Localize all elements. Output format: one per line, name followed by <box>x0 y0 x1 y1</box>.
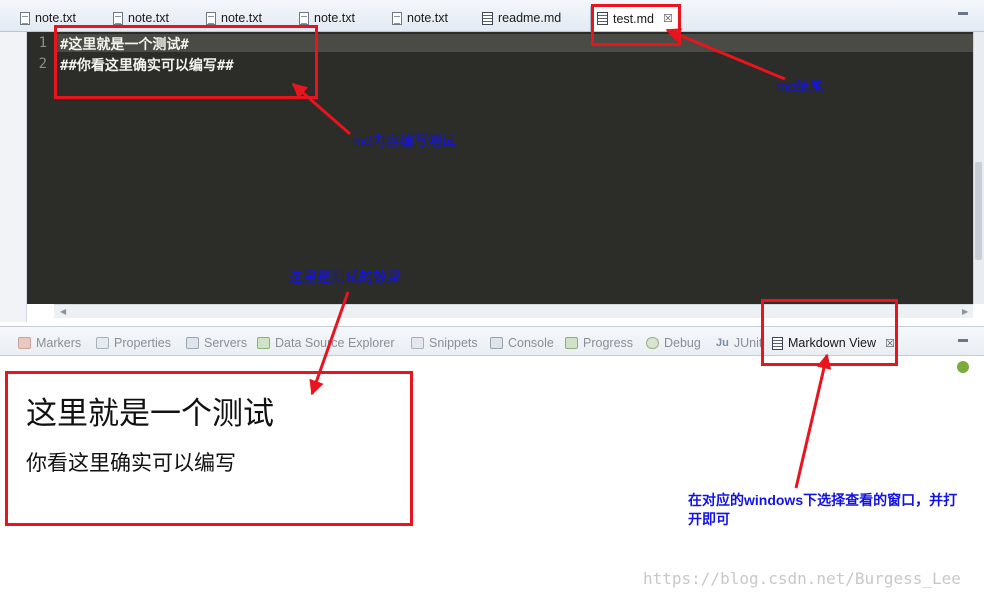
view-tab-label: Debug <box>664 336 701 350</box>
view-tab-markers[interactable]: Markers <box>18 334 81 352</box>
view-tab-label: Progress <box>583 336 634 350</box>
annotation-box-preview <box>5 371 413 526</box>
scroll-right-icon[interactable]: ▶ <box>962 307 968 316</box>
view-tab-label: Properties <box>114 336 171 350</box>
left-trim <box>0 32 27 322</box>
text-file-icon <box>206 11 216 25</box>
servers-icon <box>186 337 199 349</box>
annotation-box-code <box>54 25 318 99</box>
view-tab-label: JUnit <box>733 336 763 350</box>
view-tab-progress[interactable]: Progress <box>565 334 633 352</box>
editor-tab-label: note.txt <box>221 11 262 25</box>
view-tab-junit[interactable]: Ju JUnit <box>716 334 762 352</box>
text-file-icon <box>113 11 123 25</box>
view-tab-console[interactable]: Console <box>490 334 554 352</box>
view-tab-servers[interactable]: Servers <box>186 334 247 352</box>
view-tab-label: Servers <box>204 336 248 350</box>
annotation-box-view-tab <box>761 299 898 366</box>
view-tab-label: Markers <box>36 336 82 350</box>
debug-icon <box>646 337 659 349</box>
editor-tab-label: note.txt <box>35 11 76 25</box>
view-tab-debug[interactable]: Debug <box>646 334 701 352</box>
junit-icon: Ju <box>716 337 729 349</box>
view-tab-properties[interactable]: Properties <box>96 334 171 352</box>
annotation-box-tab <box>591 4 681 46</box>
text-file-icon <box>392 11 402 25</box>
annotation-effect: 这里是测试的效果 <box>289 269 401 285</box>
view-tab-label: Console <box>508 336 554 350</box>
line-number-gutter <box>27 32 54 304</box>
refresh-icon[interactable] <box>957 361 969 373</box>
view-tab-data-source-explorer[interactable]: Data Source Explorer <box>257 334 395 352</box>
text-file-icon <box>299 11 309 25</box>
editor-tab-readme[interactable]: readme.md <box>476 5 567 31</box>
editor-tab-label: readme.md <box>498 11 562 25</box>
view-tab-label: Data Source Explorer <box>275 336 395 350</box>
progress-icon <box>565 337 578 349</box>
annotation-md-content: md内容编写测试 <box>352 133 456 149</box>
data-source-icon <box>257 337 270 349</box>
editor-tab-note-5[interactable]: note.txt <box>386 5 454 31</box>
editor-tab-label: note.txt <box>128 11 169 25</box>
markdown-file-icon <box>482 11 493 25</box>
markers-icon <box>18 337 31 349</box>
minimize-icon[interactable] <box>958 339 968 342</box>
scroll-left-icon[interactable]: ◀ <box>60 307 66 316</box>
view-tab-label: Snippets <box>429 336 478 350</box>
annotation-open-window: 在对应的windows下选择查看的窗口，并打开即可 <box>688 492 958 527</box>
line-number: 2 <box>38 56 47 72</box>
minimize-icon[interactable] <box>958 12 968 15</box>
annotation-md-suffix: md结尾 <box>776 78 824 94</box>
editor-tab-label: note.txt <box>314 11 355 25</box>
console-icon <box>490 337 503 349</box>
properties-icon <box>96 337 109 349</box>
watermark: https://blog.csdn.net/Burgess_Lee <box>643 569 961 588</box>
text-file-icon <box>20 11 30 25</box>
vertical-scrollbar-thumb[interactable] <box>975 162 982 260</box>
arrow-open-window <box>794 353 832 489</box>
editor-tab-label: note.txt <box>407 11 448 25</box>
view-tab-snippets[interactable]: Snippets <box>411 334 478 352</box>
line-number: 1 <box>38 35 47 51</box>
snippets-icon <box>411 337 424 349</box>
